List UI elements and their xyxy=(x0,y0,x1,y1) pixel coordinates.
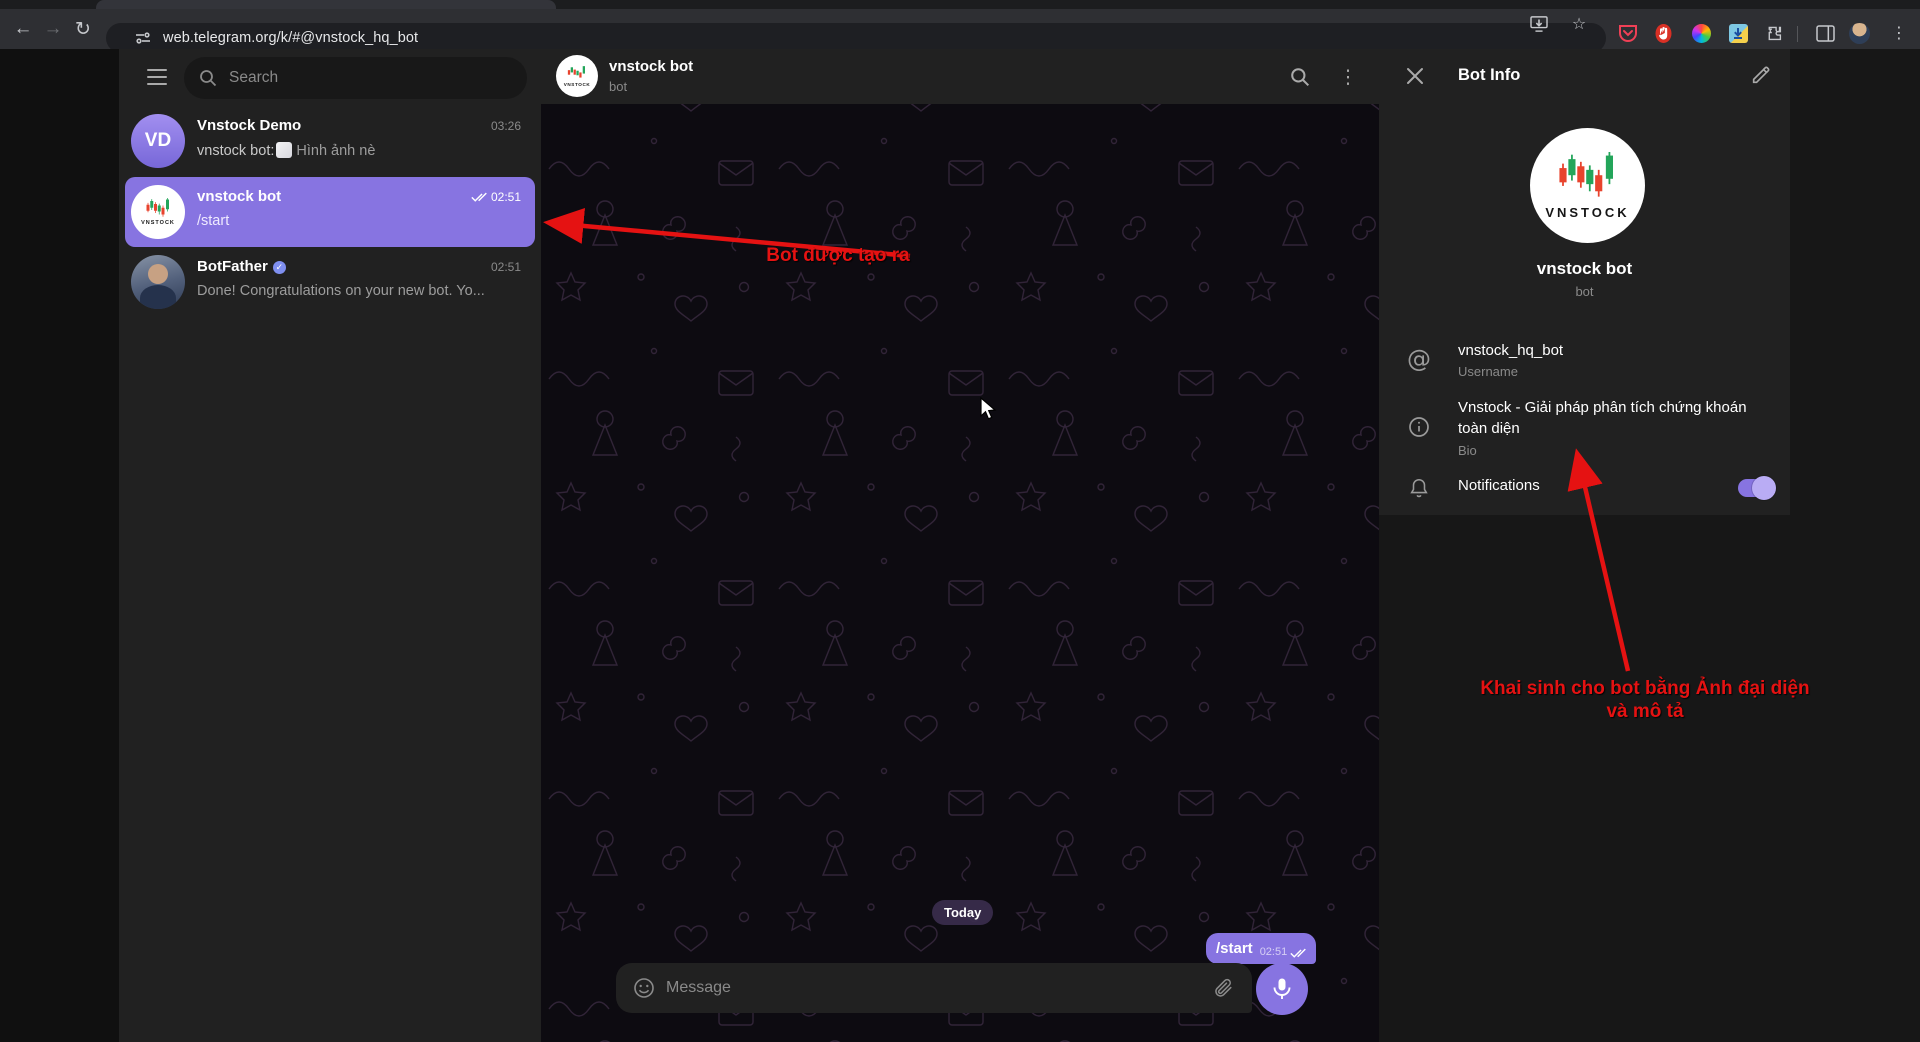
vnstock-logo xyxy=(567,65,587,81)
chat-preview: vnstock bot:Hình ảnh nè xyxy=(197,142,497,159)
bio-label: Bio xyxy=(1458,443,1477,458)
chat-header[interactable]: VNSTOCK vnstock bot bot ⋮ xyxy=(541,49,1379,104)
message-text: /start xyxy=(1216,940,1253,957)
avatar xyxy=(131,255,185,309)
verified-badge-icon: ✓ xyxy=(273,261,286,274)
emoji-icon[interactable] xyxy=(632,976,656,1000)
read-check-icon xyxy=(471,191,488,202)
search-icon xyxy=(199,69,217,87)
chat-title: vnstock bot xyxy=(197,188,281,205)
search-icon[interactable] xyxy=(1286,63,1314,91)
chat-list-sidebar: Search VD Vnstock Demo vnstock bot:Hình … xyxy=(119,49,541,1042)
sidebar-toggle-icon[interactable] xyxy=(1814,22,1836,44)
kebab-menu-icon[interactable]: ⋮ xyxy=(1334,63,1362,91)
search-placeholder: Search xyxy=(229,69,278,87)
close-icon[interactable] xyxy=(1403,64,1429,90)
message-time: 02:51 xyxy=(1260,946,1288,958)
chat-time: 03:26 xyxy=(491,119,521,133)
chat-time: 02:51 xyxy=(491,260,521,274)
bot-info-panel xyxy=(1379,49,1790,515)
chat-header-subtitle: bot xyxy=(609,79,627,94)
voice-record-button[interactable] xyxy=(1256,963,1308,1015)
bot-status: bot xyxy=(1379,284,1790,299)
at-icon: @ xyxy=(1406,346,1432,372)
back-icon[interactable]: ← xyxy=(8,14,38,44)
extensions-puzzle-icon[interactable] xyxy=(1763,22,1785,44)
colorpick-extension-icon[interactable] xyxy=(1690,22,1712,44)
message-placeholder: Message xyxy=(666,979,1212,997)
browser-menu-icon[interactable]: ⋮ xyxy=(1888,22,1910,44)
avatar: VNSTOCK xyxy=(131,185,185,239)
profile-avatar[interactable] xyxy=(1848,22,1870,44)
notifications-label: Notifications xyxy=(1458,477,1540,494)
bio-value[interactable]: Vnstock - Giải pháp phân tích chứng khoá… xyxy=(1458,397,1776,439)
message-input[interactable]: Message xyxy=(616,963,1252,1013)
info-icon xyxy=(1406,414,1432,440)
url-text[interactable]: web.telegram.org/k/#@vnstock_hq_bot xyxy=(163,30,418,46)
date-badge[interactable]: Today xyxy=(932,900,993,925)
telegram-app: Search VD Vnstock Demo vnstock bot:Hình … xyxy=(0,49,1920,1042)
bot-avatar[interactable]: VNSTOCK xyxy=(1530,128,1645,243)
annotation-bot-birth: Khai sinh cho bot bằng Ảnh đại diện và m… xyxy=(1450,677,1840,723)
hamburger-menu-icon[interactable] xyxy=(140,60,174,94)
pocket-extension-icon[interactable] xyxy=(1617,22,1639,44)
annotation-bot-created: Bot được tạo ra xyxy=(733,245,943,267)
chat-preview: Done! Congratulations on your new bot. Y… xyxy=(197,283,527,299)
tab-strip xyxy=(0,0,1920,9)
bot-name: vnstock bot xyxy=(1379,259,1790,279)
chat-row-vnstock-bot[interactable]: VNSTOCK vnstock bot /start 02:51 xyxy=(125,177,535,247)
forward-icon[interactable]: → xyxy=(38,14,68,44)
avatar: VD xyxy=(131,114,185,168)
notifications-toggle[interactable] xyxy=(1738,479,1774,497)
chat-preview: /start xyxy=(197,213,497,229)
mouse-cursor xyxy=(980,397,997,421)
search-input[interactable]: Search xyxy=(184,57,527,99)
read-check-icon xyxy=(1290,947,1307,958)
toolbar-separator xyxy=(1797,26,1798,42)
chat-time: 02:51 xyxy=(471,190,521,204)
chat-title: Vnstock Demo xyxy=(197,117,301,134)
microphone-icon xyxy=(1269,976,1295,1002)
chat-header-avatar[interactable]: VNSTOCK xyxy=(556,55,598,97)
site-info-icon[interactable] xyxy=(132,27,154,49)
browser-window: ← → ↻ web.telegram.org/k/#@vnstock_hq_bo… xyxy=(0,0,1920,1042)
chat-row-botfather[interactable]: BotFather✓ Done! Congratulations on your… xyxy=(125,247,535,317)
edit-icon[interactable] xyxy=(1750,64,1776,90)
username-value[interactable]: vnstock_hq_bot xyxy=(1458,342,1563,359)
username-label: Username xyxy=(1458,364,1518,379)
browser-toolbar: ← → ↻ web.telegram.org/k/#@vnstock_hq_bo… xyxy=(0,9,1920,49)
chat-row-vnstock-demo[interactable]: VD Vnstock Demo vnstock bot:Hình ảnh nè … xyxy=(125,106,535,176)
blocker-extension-icon[interactable] xyxy=(1652,22,1674,44)
reload-icon[interactable]: ↻ xyxy=(68,14,98,44)
bell-icon xyxy=(1406,475,1432,501)
vnstock-logo xyxy=(145,198,172,219)
bookmark-star-icon[interactable]: ☆ xyxy=(1568,13,1590,35)
chat-area: VNSTOCK vnstock bot bot ⋮ Today /start 0… xyxy=(541,49,1379,1042)
attach-icon[interactable] xyxy=(1212,977,1234,999)
chat-title: BotFather✓ xyxy=(197,258,286,275)
active-tab[interactable] xyxy=(96,0,556,9)
install-app-icon[interactable] xyxy=(1528,13,1550,35)
photo-thumbnail xyxy=(276,142,292,158)
vnstock-logo xyxy=(1557,152,1619,202)
left-gutter xyxy=(0,49,119,1042)
chat-header-title: vnstock bot xyxy=(609,58,693,75)
panel-title: Bot Info xyxy=(1458,66,1520,85)
outgoing-message[interactable]: /start 02:51 xyxy=(1206,933,1316,964)
downloader-extension-icon[interactable] xyxy=(1727,22,1749,44)
chat-background-pattern xyxy=(541,49,1379,1042)
